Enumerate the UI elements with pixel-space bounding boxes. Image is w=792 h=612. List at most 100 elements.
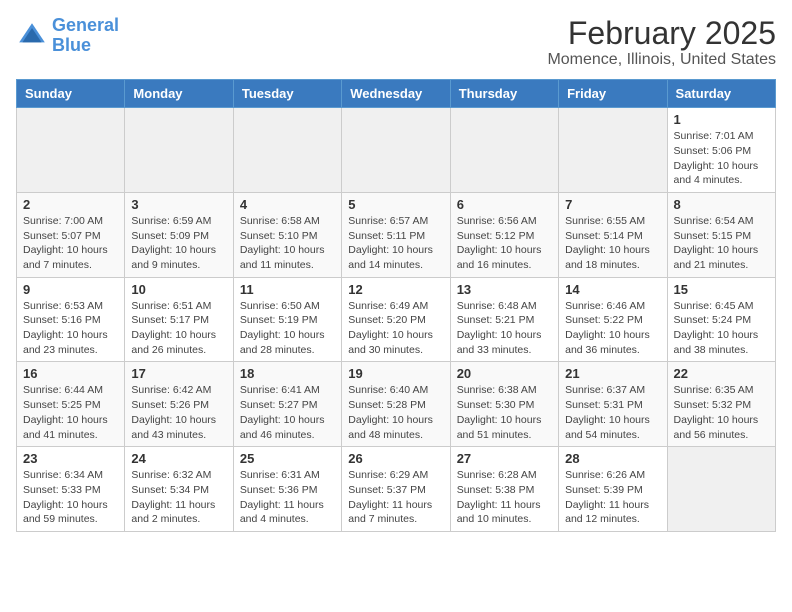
day-cell: 16 Sunrise: 6:44 AM Sunset: 5:25 PM Dayli… — [17, 362, 125, 447]
day-info: Sunrise: 6:58 AM Sunset: 5:10 PM Dayligh… — [240, 214, 335, 273]
week-row-4: 16 Sunrise: 6:44 AM Sunset: 5:25 PM Dayli… — [17, 362, 776, 447]
day-info: Sunrise: 6:37 AM Sunset: 5:31 PM Dayligh… — [565, 383, 660, 442]
weekday-header-sunday: Sunday — [17, 80, 125, 108]
day-number: 11 — [240, 282, 335, 297]
calendar-title: February 2025 — [547, 16, 776, 51]
page-header: General Blue February 2025 Momence, Illi… — [16, 16, 776, 69]
week-row-1: 1 Sunrise: 7:01 AM Sunset: 5:06 PM Daylig… — [17, 108, 776, 193]
day-number: 9 — [23, 282, 118, 297]
day-number: 1 — [674, 112, 769, 127]
day-info: Sunrise: 7:01 AM Sunset: 5:06 PM Dayligh… — [674, 129, 769, 188]
weekday-header-tuesday: Tuesday — [233, 80, 341, 108]
day-cell — [17, 108, 125, 193]
day-cell: 7 Sunrise: 6:55 AM Sunset: 5:14 PM Daylig… — [559, 192, 667, 277]
day-cell — [450, 108, 558, 193]
day-cell: 13 Sunrise: 6:48 AM Sunset: 5:21 PM Dayli… — [450, 277, 558, 362]
day-info: Sunrise: 7:00 AM Sunset: 5:07 PM Dayligh… — [23, 214, 118, 273]
day-info: Sunrise: 6:41 AM Sunset: 5:27 PM Dayligh… — [240, 383, 335, 442]
day-info: Sunrise: 6:56 AM Sunset: 5:12 PM Dayligh… — [457, 214, 552, 273]
day-info: Sunrise: 6:40 AM Sunset: 5:28 PM Dayligh… — [348, 383, 443, 442]
day-cell: 25 Sunrise: 6:31 AM Sunset: 5:36 PM Dayli… — [233, 447, 341, 532]
day-number: 2 — [23, 197, 118, 212]
week-row-5: 23 Sunrise: 6:34 AM Sunset: 5:33 PM Dayli… — [17, 447, 776, 532]
day-number: 22 — [674, 366, 769, 381]
weekday-header-row: SundayMondayTuesdayWednesdayThursdayFrid… — [17, 80, 776, 108]
day-number: 8 — [674, 197, 769, 212]
day-info: Sunrise: 6:46 AM Sunset: 5:22 PM Dayligh… — [565, 299, 660, 358]
day-cell: 21Sunrise: 6:37 AM Sunset: 5:31 PM Dayli… — [559, 362, 667, 447]
logo: General Blue — [16, 16, 119, 56]
day-cell: 17 Sunrise: 6:42 AM Sunset: 5:26 PM Dayli… — [125, 362, 233, 447]
day-number: 7 — [565, 197, 660, 212]
day-info: Sunrise: 6:49 AM Sunset: 5:20 PM Dayligh… — [348, 299, 443, 358]
day-cell — [559, 108, 667, 193]
title-block: February 2025 Momence, Illinois, United … — [547, 16, 776, 69]
day-info: Sunrise: 6:48 AM Sunset: 5:21 PM Dayligh… — [457, 299, 552, 358]
day-cell: 11 Sunrise: 6:50 AM Sunset: 5:19 PM Dayli… — [233, 277, 341, 362]
day-info: Sunrise: 6:51 AM Sunset: 5:17 PM Dayligh… — [131, 299, 226, 358]
week-row-2: 2 Sunrise: 7:00 AM Sunset: 5:07 PM Daylig… — [17, 192, 776, 277]
day-info: Sunrise: 6:34 AM Sunset: 5:33 PM Dayligh… — [23, 468, 118, 527]
day-number: 19 — [348, 366, 443, 381]
day-info: Sunrise: 6:45 AM Sunset: 5:24 PM Dayligh… — [674, 299, 769, 358]
day-number: 25 — [240, 451, 335, 466]
day-number: 28 — [565, 451, 660, 466]
day-number: 4 — [240, 197, 335, 212]
day-cell: 18 Sunrise: 6:41 AM Sunset: 5:27 PM Dayli… — [233, 362, 341, 447]
weekday-header-friday: Friday — [559, 80, 667, 108]
day-cell — [125, 108, 233, 193]
day-number: 27 — [457, 451, 552, 466]
day-info: Sunrise: 6:59 AM Sunset: 5:09 PM Dayligh… — [131, 214, 226, 273]
day-cell: 24Sunrise: 6:32 AM Sunset: 5:34 PM Dayli… — [125, 447, 233, 532]
day-cell: 12 Sunrise: 6:49 AM Sunset: 5:20 PM Dayli… — [342, 277, 450, 362]
day-info: Sunrise: 6:26 AM Sunset: 5:39 PM Dayligh… — [565, 468, 660, 527]
day-cell: 15Sunrise: 6:45 AM Sunset: 5:24 PM Dayli… — [667, 277, 775, 362]
day-number: 12 — [348, 282, 443, 297]
weekday-header-wednesday: Wednesday — [342, 80, 450, 108]
day-info: Sunrise: 6:55 AM Sunset: 5:14 PM Dayligh… — [565, 214, 660, 273]
day-cell: 20 Sunrise: 6:38 AM Sunset: 5:30 PM Dayli… — [450, 362, 558, 447]
day-cell: 6 Sunrise: 6:56 AM Sunset: 5:12 PM Daylig… — [450, 192, 558, 277]
logo-icon — [16, 20, 48, 52]
day-number: 3 — [131, 197, 226, 212]
weekday-header-monday: Monday — [125, 80, 233, 108]
day-info: Sunrise: 6:42 AM Sunset: 5:26 PM Dayligh… — [131, 383, 226, 442]
day-cell: 26Sunrise: 6:29 AM Sunset: 5:37 PM Dayli… — [342, 447, 450, 532]
day-number: 26 — [348, 451, 443, 466]
day-info: Sunrise: 6:50 AM Sunset: 5:19 PM Dayligh… — [240, 299, 335, 358]
logo-text: General Blue — [52, 16, 119, 56]
day-cell: 19 Sunrise: 6:40 AM Sunset: 5:28 PM Dayli… — [342, 362, 450, 447]
day-cell: 22Sunrise: 6:35 AM Sunset: 5:32 PM Dayli… — [667, 362, 775, 447]
day-cell: 9Sunrise: 6:53 AM Sunset: 5:16 PM Daylig… — [17, 277, 125, 362]
day-cell: 5 Sunrise: 6:57 AM Sunset: 5:11 PM Daylig… — [342, 192, 450, 277]
weekday-header-thursday: Thursday — [450, 80, 558, 108]
day-number: 5 — [348, 197, 443, 212]
day-cell: 10 Sunrise: 6:51 AM Sunset: 5:17 PM Dayli… — [125, 277, 233, 362]
day-number: 20 — [457, 366, 552, 381]
calendar-subtitle: Momence, Illinois, United States — [547, 51, 776, 69]
day-number: 18 — [240, 366, 335, 381]
calendar-table: SundayMondayTuesdayWednesdayThursdayFrid… — [16, 79, 776, 532]
day-cell — [233, 108, 341, 193]
day-number: 6 — [457, 197, 552, 212]
day-number: 10 — [131, 282, 226, 297]
day-info: Sunrise: 6:44 AM Sunset: 5:25 PM Dayligh… — [23, 383, 118, 442]
day-number: 13 — [457, 282, 552, 297]
day-number: 16 — [23, 366, 118, 381]
day-info: Sunrise: 6:38 AM Sunset: 5:30 PM Dayligh… — [457, 383, 552, 442]
week-row-3: 9Sunrise: 6:53 AM Sunset: 5:16 PM Daylig… — [17, 277, 776, 362]
day-info: Sunrise: 6:31 AM Sunset: 5:36 PM Dayligh… — [240, 468, 335, 527]
day-info: Sunrise: 6:57 AM Sunset: 5:11 PM Dayligh… — [348, 214, 443, 273]
day-number: 17 — [131, 366, 226, 381]
day-cell — [342, 108, 450, 193]
day-cell: 23 Sunrise: 6:34 AM Sunset: 5:33 PM Dayli… — [17, 447, 125, 532]
day-info: Sunrise: 6:54 AM Sunset: 5:15 PM Dayligh… — [674, 214, 769, 273]
weekday-header-saturday: Saturday — [667, 80, 775, 108]
day-cell: 27 Sunrise: 6:28 AM Sunset: 5:38 PM Dayli… — [450, 447, 558, 532]
day-info: Sunrise: 6:32 AM Sunset: 5:34 PM Dayligh… — [131, 468, 226, 527]
day-cell: 28 Sunrise: 6:26 AM Sunset: 5:39 PM Dayli… — [559, 447, 667, 532]
day-number: 14 — [565, 282, 660, 297]
day-cell: 1 Sunrise: 7:01 AM Sunset: 5:06 PM Daylig… — [667, 108, 775, 193]
day-number: 23 — [23, 451, 118, 466]
day-info: Sunrise: 6:28 AM Sunset: 5:38 PM Dayligh… — [457, 468, 552, 527]
